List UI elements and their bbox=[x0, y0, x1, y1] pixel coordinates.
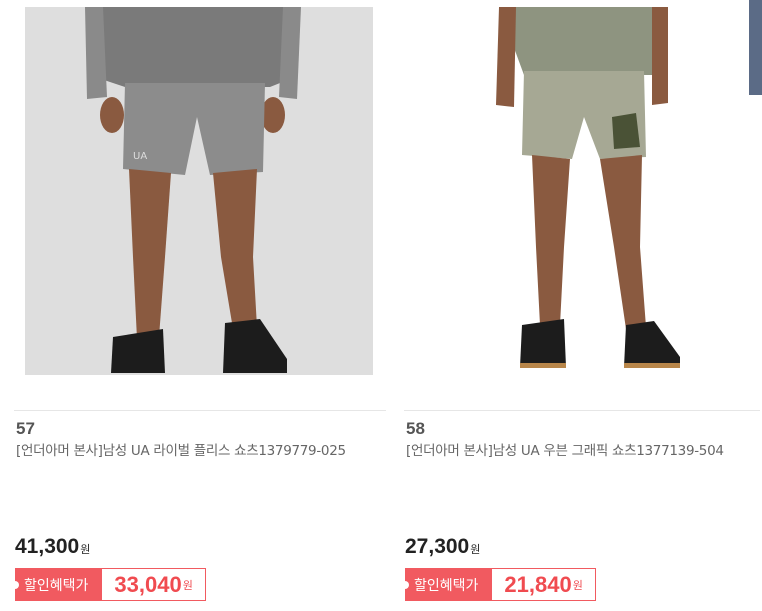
discount-price-box: 할인혜택가 21,840 원 bbox=[400, 568, 596, 601]
product-image[interactable]: UA bbox=[25, 7, 373, 375]
product-card-58[interactable]: 58 [언더아머 본사]남성 UA 우븐 그래픽 쇼츠1377139-504 2… bbox=[400, 0, 760, 611]
sale-price: 21,840 원 bbox=[492, 569, 594, 600]
original-price: 27,300원 bbox=[405, 535, 480, 559]
original-price-value: 27,300 bbox=[405, 535, 470, 558]
product-name-link[interactable]: [언더아머 본사]남성 UA 우븐 그래픽 쇼츠1377139-504 bbox=[406, 441, 758, 462]
currency-unit: 원 bbox=[80, 544, 91, 556]
green-graphic-shorts-photo-icon bbox=[404, 7, 760, 375]
side-banner-edge[interactable] bbox=[749, 0, 762, 95]
sale-price-value: 33,040 bbox=[114, 571, 182, 597]
rank-number: 57 bbox=[16, 419, 35, 438]
product-image[interactable] bbox=[404, 7, 760, 375]
sale-price: 33,040 원 bbox=[102, 569, 204, 600]
divider bbox=[14, 410, 386, 411]
currency-unit: 원 bbox=[470, 544, 481, 556]
svg-text:UA: UA bbox=[133, 151, 147, 162]
currency-unit: 원 bbox=[572, 579, 583, 592]
discount-price-box: 할인혜택가 33,040 원 bbox=[10, 568, 206, 601]
product-card-57[interactable]: UA 57 [언더아머 본사]남성 UA 라이벌 플리스 쇼츠1379779-0… bbox=[10, 0, 386, 611]
rank-number: 58 bbox=[406, 419, 425, 438]
original-price-value: 41,300 bbox=[15, 535, 80, 558]
original-price: 41,300원 bbox=[15, 535, 90, 559]
gray-fleece-shorts-photo-icon: UA bbox=[25, 7, 373, 375]
discount-label: 할인혜택가 bbox=[10, 569, 103, 600]
discount-label: 할인혜택가 bbox=[400, 569, 493, 600]
currency-unit: 원 bbox=[182, 579, 193, 592]
product-list-page: UA 57 [언더아머 본사]남성 UA 라이벌 플리스 쇼츠1379779-0… bbox=[0, 0, 762, 611]
sale-price-value: 21,840 bbox=[504, 571, 572, 597]
divider bbox=[404, 410, 760, 411]
product-name-link[interactable]: [언더아머 본사]남성 UA 라이벌 플리스 쇼츠1379779-025 bbox=[16, 441, 368, 462]
